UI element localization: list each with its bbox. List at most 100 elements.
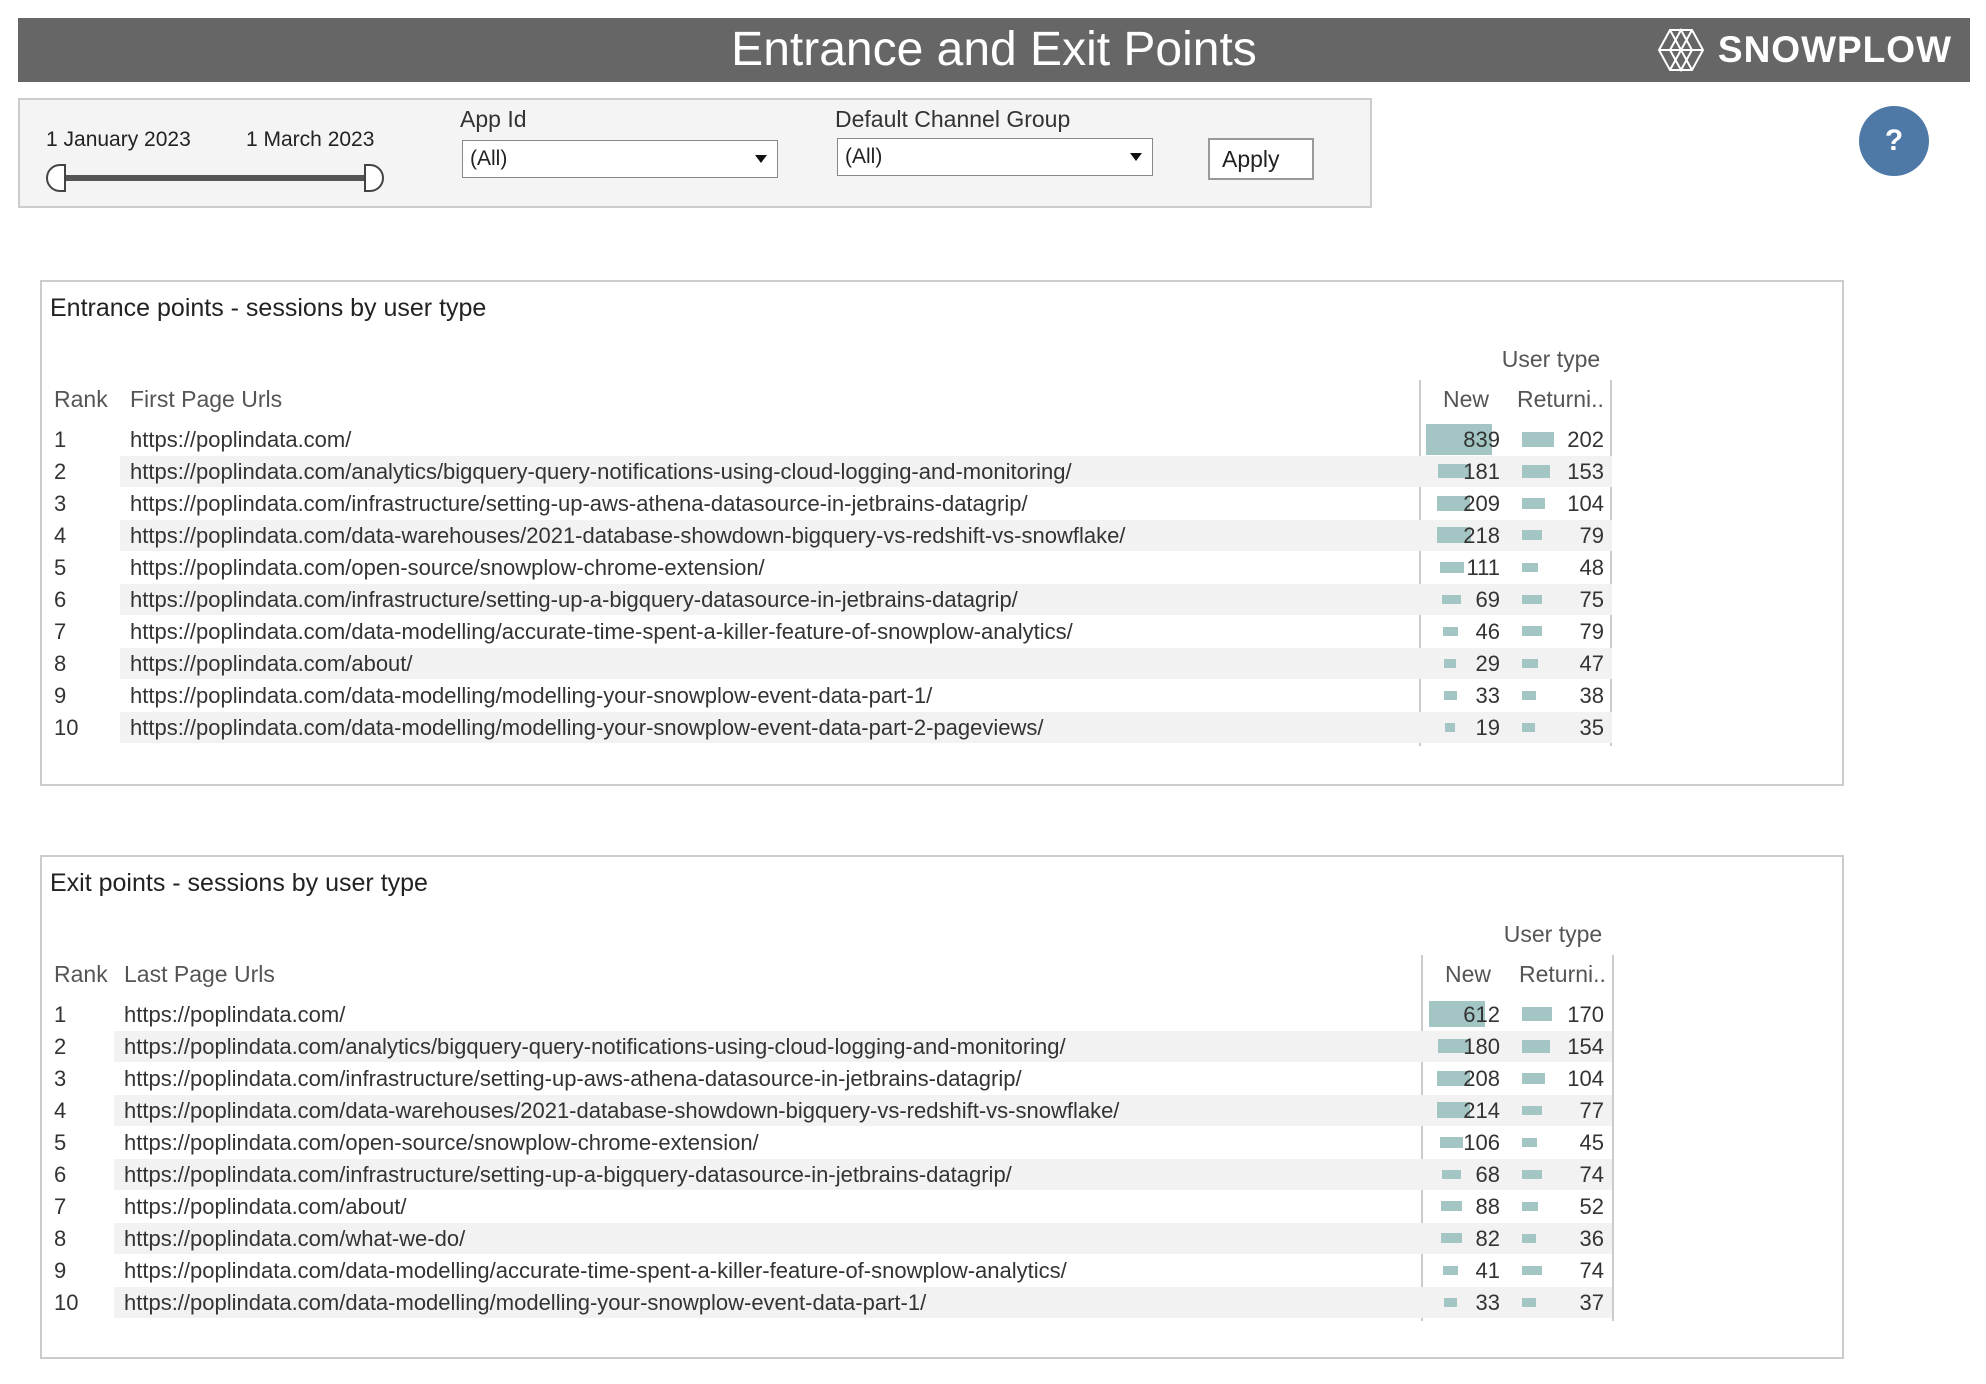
date-end-handle[interactable]: [364, 164, 384, 192]
new-sessions-cell[interactable]: 839: [1422, 424, 1504, 455]
returning-sessions-cell[interactable]: 104: [1508, 488, 1608, 519]
new-sessions-cell[interactable]: 46: [1422, 616, 1504, 647]
table-row[interactable]: 7 https://poplindata.com/about/88 52: [42, 1191, 1622, 1222]
channel-group-dropdown[interactable]: (All): [837, 138, 1153, 176]
apply-button[interactable]: Apply: [1208, 138, 1314, 180]
table-row[interactable]: 5 https://poplindata.com/open-source/snow…: [42, 552, 1622, 583]
new-sessions-cell[interactable]: 208: [1422, 1063, 1504, 1094]
returning-sessions-cell[interactable]: 37: [1508, 1287, 1608, 1318]
table-row[interactable]: 7 https://poplindata.com/data-modelling/a…: [42, 616, 1622, 647]
new-sessions-value: 69: [1475, 587, 1500, 612]
url-cell[interactable]: https://poplindata.com/data-warehouses/2…: [124, 1098, 1119, 1124]
url-cell[interactable]: https://poplindata.com/data-warehouses/2…: [130, 523, 1125, 549]
url-cell[interactable]: https://poplindata.com/analytics/bigquer…: [124, 1034, 1066, 1060]
table-row[interactable]: 1 https://poplindata.com/839 202: [42, 424, 1622, 455]
returning-sessions-bar: [1522, 465, 1550, 478]
rank-cell: 6: [54, 1162, 67, 1187]
returning-sessions-bar: [1522, 1106, 1542, 1115]
url-cell[interactable]: https://poplindata.com/data-modelling/ac…: [124, 1258, 1067, 1284]
url-cell[interactable]: https://poplindata.com/what-we-do/: [124, 1226, 465, 1252]
new-sessions-cell[interactable]: 33: [1422, 680, 1504, 711]
new-sessions-cell[interactable]: 209: [1422, 488, 1504, 519]
url-cell[interactable]: https://poplindata.com/open-source/snowp…: [124, 1130, 759, 1156]
table-row[interactable]: 5 https://poplindata.com/open-source/snow…: [42, 1127, 1622, 1158]
returning-sessions-cell[interactable]: 74: [1508, 1255, 1608, 1286]
returning-sessions-value: 79: [1579, 523, 1604, 548]
new-sessions-cell[interactable]: 33: [1422, 1287, 1504, 1318]
returning-sessions-cell[interactable]: 77: [1508, 1095, 1608, 1126]
table-row[interactable]: 2 https://poplindata.com/analytics/bigque…: [42, 456, 1622, 487]
returning-sessions-value: 38: [1579, 683, 1604, 708]
help-button[interactable]: ?: [1859, 106, 1929, 176]
table-row[interactable]: 10 https://poplindata.com/data-modelling/…: [42, 712, 1622, 743]
new-sessions-cell[interactable]: 19: [1422, 712, 1504, 743]
url-cell[interactable]: https://poplindata.com/open-source/snowp…: [130, 555, 765, 581]
url-cell[interactable]: https://poplindata.com/about/: [130, 651, 413, 677]
table-row[interactable]: 3 https://poplindata.com/infrastructure/s…: [42, 1063, 1622, 1094]
new-sessions-cell[interactable]: 82: [1422, 1223, 1504, 1254]
new-sessions-cell[interactable]: 180: [1422, 1031, 1504, 1062]
url-cell[interactable]: https://poplindata.com/data-modelling/ac…: [130, 619, 1073, 645]
url-cell[interactable]: https://poplindata.com/data-modelling/mo…: [130, 715, 1043, 741]
new-sessions-cell[interactable]: 106: [1422, 1127, 1504, 1158]
table-row[interactable]: 8 https://poplindata.com/about/29 47: [42, 648, 1622, 679]
table-row[interactable]: 8 https://poplindata.com/what-we-do/82 36: [42, 1223, 1622, 1254]
url-cell[interactable]: https://poplindata.com/: [124, 1002, 345, 1028]
returning-sessions-cell[interactable]: 202: [1508, 424, 1608, 455]
table-row[interactable]: 4 https://poplindata.com/data-warehouses/…: [42, 520, 1622, 551]
new-sessions-cell[interactable]: 218: [1422, 520, 1504, 551]
table-row[interactable]: 6 https://poplindata.com/infrastructure/s…: [42, 584, 1622, 615]
returning-sessions-cell[interactable]: 38: [1508, 680, 1608, 711]
returning-sessions-cell[interactable]: 75: [1508, 584, 1608, 615]
date-range-slider[interactable]: [58, 175, 370, 181]
new-sessions-cell[interactable]: 111: [1422, 552, 1504, 583]
app-id-dropdown[interactable]: (All): [462, 140, 778, 178]
table-row[interactable]: 9 https://poplindata.com/data-modelling/m…: [42, 680, 1622, 711]
returning-sessions-value: 48: [1579, 555, 1604, 580]
table-row[interactable]: 2 https://poplindata.com/analytics/bigque…: [42, 1031, 1622, 1062]
url-cell[interactable]: https://poplindata.com/: [130, 427, 351, 453]
new-sessions-cell[interactable]: 69: [1422, 584, 1504, 615]
returning-sessions-cell[interactable]: 52: [1508, 1191, 1608, 1222]
url-cell[interactable]: https://poplindata.com/analytics/bigquer…: [130, 459, 1072, 485]
url-cell[interactable]: https://poplindata.com/infrastructure/se…: [130, 587, 1018, 613]
returning-sessions-cell[interactable]: 48: [1508, 552, 1608, 583]
rank-cell: 8: [54, 651, 67, 676]
url-cell[interactable]: https://poplindata.com/data-modelling/mo…: [130, 683, 932, 709]
table-row[interactable]: 6 https://poplindata.com/infrastructure/s…: [42, 1159, 1622, 1190]
table-row[interactable]: 4 https://poplindata.com/data-warehouses/…: [42, 1095, 1622, 1126]
returning-sessions-cell[interactable]: 79: [1508, 616, 1608, 647]
url-cell[interactable]: https://poplindata.com/infrastructure/se…: [130, 491, 1028, 517]
new-sessions-cell[interactable]: 214: [1422, 1095, 1504, 1126]
table-row[interactable]: 3 https://poplindata.com/infrastructure/s…: [42, 488, 1622, 519]
new-sessions-value: 33: [1475, 1290, 1500, 1315]
url-cell[interactable]: https://poplindata.com/infrastructure/se…: [124, 1066, 1022, 1092]
new-sessions-value: 214: [1463, 1098, 1500, 1123]
url-cell[interactable]: https://poplindata.com/infrastructure/se…: [124, 1162, 1012, 1188]
returning-sessions-cell[interactable]: 79: [1508, 520, 1608, 551]
returning-sessions-cell[interactable]: 45: [1508, 1127, 1608, 1158]
returning-sessions-cell[interactable]: 170: [1508, 999, 1608, 1030]
table-row[interactable]: 1 https://poplindata.com/612 170: [42, 999, 1622, 1030]
returning-sessions-cell[interactable]: 36: [1508, 1223, 1608, 1254]
returning-sessions-cell[interactable]: 35: [1508, 712, 1608, 743]
table-row[interactable]: 9 https://poplindata.com/data-modelling/a…: [42, 1255, 1622, 1286]
date-start-handle[interactable]: [46, 164, 66, 192]
returning-sessions-cell[interactable]: 104: [1508, 1063, 1608, 1094]
new-sessions-cell[interactable]: 88: [1422, 1191, 1504, 1222]
url-cell[interactable]: https://poplindata.com/data-modelling/mo…: [124, 1290, 926, 1316]
new-sessions-cell[interactable]: 612: [1422, 999, 1504, 1030]
returning-sessions-cell[interactable]: 74: [1508, 1159, 1608, 1190]
new-sessions-cell[interactable]: 29: [1422, 648, 1504, 679]
new-sessions-cell[interactable]: 181: [1422, 456, 1504, 487]
returning-sessions-value: 36: [1579, 1226, 1604, 1251]
new-sessions-cell[interactable]: 41: [1422, 1255, 1504, 1286]
url-cell[interactable]: https://poplindata.com/about/: [124, 1194, 407, 1220]
returning-sessions-cell[interactable]: 153: [1508, 456, 1608, 487]
returning-sessions-cell[interactable]: 47: [1508, 648, 1608, 679]
new-sessions-cell[interactable]: 68: [1422, 1159, 1504, 1190]
returning-sessions-value: 35: [1579, 715, 1604, 740]
returning-sessions-cell[interactable]: 154: [1508, 1031, 1608, 1062]
table-row[interactable]: 10 https://poplindata.com/data-modelling/…: [42, 1287, 1622, 1318]
new-sessions-bar: [1444, 723, 1455, 732]
